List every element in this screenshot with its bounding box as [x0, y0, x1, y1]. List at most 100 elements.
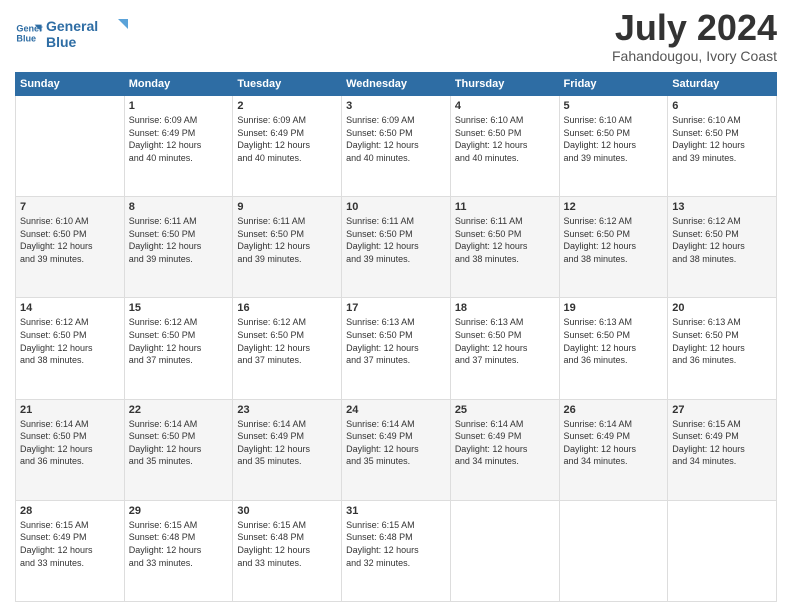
- day-info: Sunrise: 6:10 AM Sunset: 6:50 PM Dayligh…: [455, 114, 555, 164]
- svg-text:General: General: [46, 18, 98, 34]
- day-cell: 16 Sunrise: 6:12 AM Sunset: 6:50 PM Dayli…: [233, 298, 342, 399]
- day-cell: 30Sunrise: 6:15 AM Sunset: 6:48 PM Dayli…: [233, 500, 342, 601]
- day-cell: 15Sunrise: 6:12 AM Sunset: 6:50 PM Dayli…: [124, 298, 233, 399]
- day-cell: 13 Sunrise: 6:12 AM Sunset: 6:50 PM Dayli…: [668, 197, 777, 298]
- day-cell: 24Sunrise: 6:14 AM Sunset: 6:49 PM Dayli…: [342, 399, 451, 500]
- logo-icon: General Blue: [15, 19, 43, 47]
- day-number: 2: [237, 100, 337, 112]
- day-cell: 25 Sunrise: 6:14 AM Sunset: 6:49 PM Dayli…: [450, 399, 559, 500]
- day-cell: 17 Sunrise: 6:13 AM Sunset: 6:50 PM Dayli…: [342, 298, 451, 399]
- day-info: Sunrise: 6:15 AM Sunset: 6:48 PM Dayligh…: [129, 519, 229, 569]
- logo: General Blue General Blue: [15, 15, 136, 51]
- day-number: 17: [346, 302, 446, 314]
- day-number: 16: [237, 302, 337, 314]
- day-cell: [450, 500, 559, 601]
- day-info: Sunrise: 6:11 AM Sunset: 6:50 PM Dayligh…: [237, 215, 337, 265]
- day-info: Sunrise: 6:10 AM Sunset: 6:50 PM Dayligh…: [564, 114, 664, 164]
- day-number: 13: [672, 201, 772, 213]
- day-number: 14: [20, 302, 120, 314]
- day-cell: 14 Sunrise: 6:12 AM Sunset: 6:50 PM Dayli…: [16, 298, 125, 399]
- day-cell: 18 Sunrise: 6:13 AM Sunset: 6:50 PM Dayli…: [450, 298, 559, 399]
- svg-text:Blue: Blue: [46, 34, 77, 50]
- day-cell: 9 Sunrise: 6:11 AM Sunset: 6:50 PM Daylig…: [233, 197, 342, 298]
- day-info: Sunrise: 6:09 AM Sunset: 6:50 PM Dayligh…: [346, 114, 446, 164]
- day-info: Sunrise: 6:13 AM Sunset: 6:50 PM Dayligh…: [455, 316, 555, 366]
- day-info: Sunrise: 6:15 AM Sunset: 6:48 PM Dayligh…: [237, 519, 337, 569]
- day-number: 22: [129, 404, 229, 416]
- day-info: Sunrise: 6:14 AM Sunset: 6:49 PM Dayligh…: [237, 418, 337, 468]
- week-row-2: 7 Sunrise: 6:10 AM Sunset: 6:50 PM Daylig…: [16, 197, 777, 298]
- day-cell: 31 Sunrise: 6:15 AM Sunset: 6:48 PM Dayli…: [342, 500, 451, 601]
- day-number: 4: [455, 100, 555, 112]
- day-number: 28: [20, 505, 120, 517]
- day-info: Sunrise: 6:13 AM Sunset: 6:50 PM Dayligh…: [672, 316, 772, 366]
- day-cell: 3 Sunrise: 6:09 AM Sunset: 6:50 PM Daylig…: [342, 96, 451, 197]
- day-info: Sunrise: 6:15 AM Sunset: 6:49 PM Dayligh…: [672, 418, 772, 468]
- day-number: 18: [455, 302, 555, 314]
- day-cell: 27 Sunrise: 6:15 AM Sunset: 6:49 PM Dayli…: [668, 399, 777, 500]
- day-number: 19: [564, 302, 664, 314]
- col-header-thursday: Thursday: [450, 73, 559, 96]
- day-info: Sunrise: 6:14 AM Sunset: 6:49 PM Dayligh…: [455, 418, 555, 468]
- col-header-tuesday: Tuesday: [233, 73, 342, 96]
- calendar-table: SundayMondayTuesdayWednesdayThursdayFrid…: [15, 72, 777, 602]
- day-cell: 1Sunrise: 6:09 AM Sunset: 6:49 PM Daylig…: [124, 96, 233, 197]
- day-info: Sunrise: 6:13 AM Sunset: 6:50 PM Dayligh…: [564, 316, 664, 366]
- day-cell: 29 Sunrise: 6:15 AM Sunset: 6:48 PM Dayli…: [124, 500, 233, 601]
- day-cell: 5 Sunrise: 6:10 AM Sunset: 6:50 PM Daylig…: [559, 96, 668, 197]
- day-info: Sunrise: 6:13 AM Sunset: 6:50 PM Dayligh…: [346, 316, 446, 366]
- week-row-1: 1Sunrise: 6:09 AM Sunset: 6:49 PM Daylig…: [16, 96, 777, 197]
- day-cell: 7 Sunrise: 6:10 AM Sunset: 6:50 PM Daylig…: [16, 197, 125, 298]
- day-info: Sunrise: 6:14 AM Sunset: 6:49 PM Dayligh…: [346, 418, 446, 468]
- day-number: 29: [129, 505, 229, 517]
- day-cell: 21 Sunrise: 6:14 AM Sunset: 6:50 PM Dayli…: [16, 399, 125, 500]
- page: General Blue General Blue July 2024 Faha…: [0, 0, 792, 612]
- day-number: 8: [129, 201, 229, 213]
- day-number: 6: [672, 100, 772, 112]
- day-number: 11: [455, 201, 555, 213]
- svg-text:Blue: Blue: [16, 33, 36, 43]
- week-row-4: 21 Sunrise: 6:14 AM Sunset: 6:50 PM Dayli…: [16, 399, 777, 500]
- col-header-wednesday: Wednesday: [342, 73, 451, 96]
- day-cell: 10Sunrise: 6:11 AM Sunset: 6:50 PM Dayli…: [342, 197, 451, 298]
- day-cell: [559, 500, 668, 601]
- col-header-saturday: Saturday: [668, 73, 777, 96]
- day-number: 31: [346, 505, 446, 517]
- day-number: 10: [346, 201, 446, 213]
- day-info: Sunrise: 6:12 AM Sunset: 6:50 PM Dayligh…: [672, 215, 772, 265]
- day-cell: 20 Sunrise: 6:13 AM Sunset: 6:50 PM Dayli…: [668, 298, 777, 399]
- day-cell: 8Sunrise: 6:11 AM Sunset: 6:50 PM Daylig…: [124, 197, 233, 298]
- col-header-friday: Friday: [559, 73, 668, 96]
- day-number: 25: [455, 404, 555, 416]
- day-cell: 28Sunrise: 6:15 AM Sunset: 6:49 PM Dayli…: [16, 500, 125, 601]
- day-number: 7: [20, 201, 120, 213]
- day-info: Sunrise: 6:12 AM Sunset: 6:50 PM Dayligh…: [237, 316, 337, 366]
- day-cell: 11 Sunrise: 6:11 AM Sunset: 6:50 PM Dayli…: [450, 197, 559, 298]
- col-header-sunday: Sunday: [16, 73, 125, 96]
- day-number: 9: [237, 201, 337, 213]
- header: General Blue General Blue July 2024 Faha…: [15, 10, 777, 64]
- day-info: Sunrise: 6:11 AM Sunset: 6:50 PM Dayligh…: [455, 215, 555, 265]
- location-subtitle: Fahandougou, Ivory Coast: [612, 48, 777, 64]
- day-info: Sunrise: 6:14 AM Sunset: 6:50 PM Dayligh…: [20, 418, 120, 468]
- month-year-title: July 2024: [612, 10, 777, 46]
- day-number: 27: [672, 404, 772, 416]
- day-number: 5: [564, 100, 664, 112]
- title-block: July 2024 Fahandougou, Ivory Coast: [612, 10, 777, 64]
- day-number: 1: [129, 100, 229, 112]
- day-number: 12: [564, 201, 664, 213]
- col-header-monday: Monday: [124, 73, 233, 96]
- day-info: Sunrise: 6:12 AM Sunset: 6:50 PM Dayligh…: [564, 215, 664, 265]
- logo-text: General Blue: [46, 15, 136, 51]
- day-cell: 2Sunrise: 6:09 AM Sunset: 6:49 PM Daylig…: [233, 96, 342, 197]
- week-row-3: 14 Sunrise: 6:12 AM Sunset: 6:50 PM Dayli…: [16, 298, 777, 399]
- day-info: Sunrise: 6:10 AM Sunset: 6:50 PM Dayligh…: [20, 215, 120, 265]
- day-info: Sunrise: 6:14 AM Sunset: 6:50 PM Dayligh…: [129, 418, 229, 468]
- day-number: 3: [346, 100, 446, 112]
- day-info: Sunrise: 6:15 AM Sunset: 6:48 PM Dayligh…: [346, 519, 446, 569]
- day-number: 21: [20, 404, 120, 416]
- day-info: Sunrise: 6:10 AM Sunset: 6:50 PM Dayligh…: [672, 114, 772, 164]
- day-number: 20: [672, 302, 772, 314]
- day-info: Sunrise: 6:12 AM Sunset: 6:50 PM Dayligh…: [20, 316, 120, 366]
- day-number: 15: [129, 302, 229, 314]
